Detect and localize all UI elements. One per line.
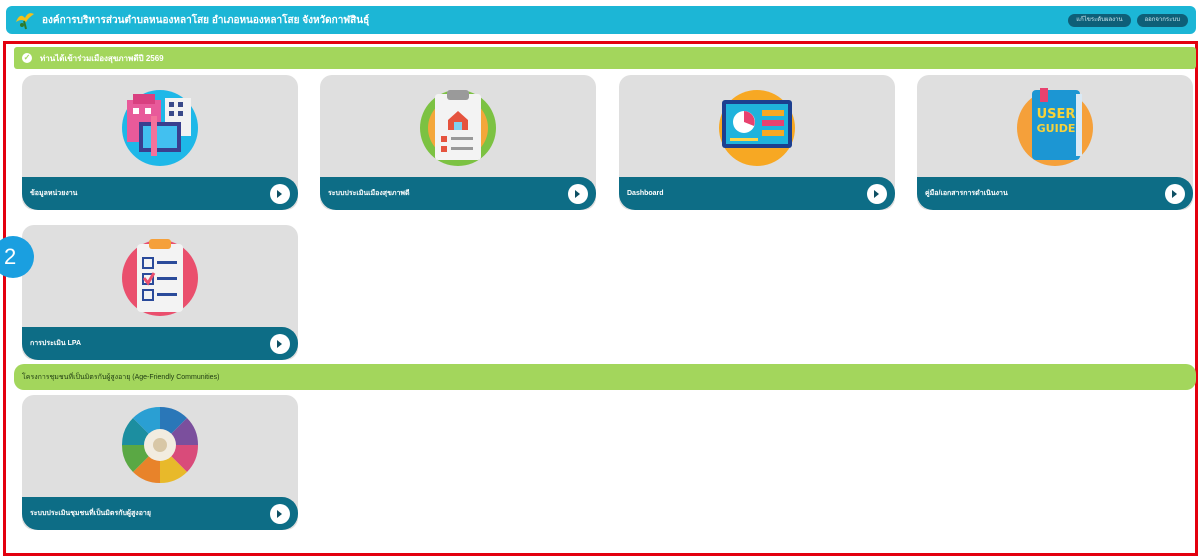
logo-icon <box>14 9 36 31</box>
section-age-friendly: โครงการชุมชนที่เป็นมิตรกับผู้สูงอายุ (Ag… <box>14 364 1196 390</box>
user-guide-book-icon: USER GUIDE <box>917 75 1193 175</box>
card-healthy-city-assessment[interactable]: ระบบประเมินเมืองสุขภาพดี <box>320 75 596 210</box>
arrow-right-icon[interactable] <box>867 183 887 204</box>
section-healthy-city: ✓ ท่านได้เข้าร่วมเมืองสุขภาพดีปี 2569 <box>14 47 1196 69</box>
arrow-right-icon[interactable] <box>270 503 290 524</box>
edit-level-button[interactable]: แก้ไขระดับผลงาน <box>1068 13 1131 27</box>
card-label: ระบบประเมินเมืองสุขภาพดี <box>328 190 410 197</box>
site-title: องค์การบริหารส่วนตำบลหนองหลาโสย อำเภอหนอ… <box>42 14 370 26</box>
checklist-icon <box>22 225 298 325</box>
card-dashboard[interactable]: Dashboard <box>619 75 895 210</box>
logout-button[interactable]: ออกจากระบบ <box>1136 13 1188 27</box>
card-label: ข้อมูลหน่วยงาน <box>30 190 78 197</box>
card-agency-info[interactable]: ข้อมูลหน่วยงาน <box>22 75 298 210</box>
header-bar: องค์การบริหารส่วนตำบลหนองหลาโสย อำเภอหนอ… <box>6 6 1196 34</box>
card-label: ระบบประเมินชุมชนที่เป็นมิตรกับผู้สูงอายุ <box>30 510 151 517</box>
card-label: การประเมิน LPA <box>30 340 82 347</box>
arrow-right-icon[interactable] <box>270 333 290 354</box>
community-wheel-icon <box>22 395 298 495</box>
buildings-icon <box>22 75 298 175</box>
check-circle-icon: ✓ <box>22 53 32 63</box>
card-user-guide[interactable]: USER GUIDE คู่มือ/เอกสารการดำเนินงาน <box>917 75 1193 210</box>
section-title: ท่านได้เข้าร่วมเมืองสุขภาพดีปี 2569 <box>40 53 164 63</box>
dashboard-chart-icon <box>619 75 895 175</box>
svg-text:USER: USER <box>1037 107 1076 122</box>
clipboard-house-icon <box>320 75 596 175</box>
svg-text:GUIDE: GUIDE <box>1037 122 1076 135</box>
card-label: Dashboard <box>627 190 664 197</box>
card-lpa-assessment[interactable]: การประเมิน LPA <box>22 225 298 360</box>
arrow-right-icon[interactable] <box>1165 183 1185 204</box>
card-label: คู่มือ/เอกสารการดำเนินงาน <box>925 190 1008 197</box>
section-title: โครงการชุมชนที่เป็นมิตรกับผู้สูงอายุ (Ag… <box>22 373 220 381</box>
card-age-friendly-assessment[interactable]: ระบบประเมินชุมชนที่เป็นมิตรกับผู้สูงอายุ <box>22 395 298 530</box>
arrow-right-icon[interactable] <box>568 183 588 204</box>
arrow-right-icon[interactable] <box>270 183 290 204</box>
